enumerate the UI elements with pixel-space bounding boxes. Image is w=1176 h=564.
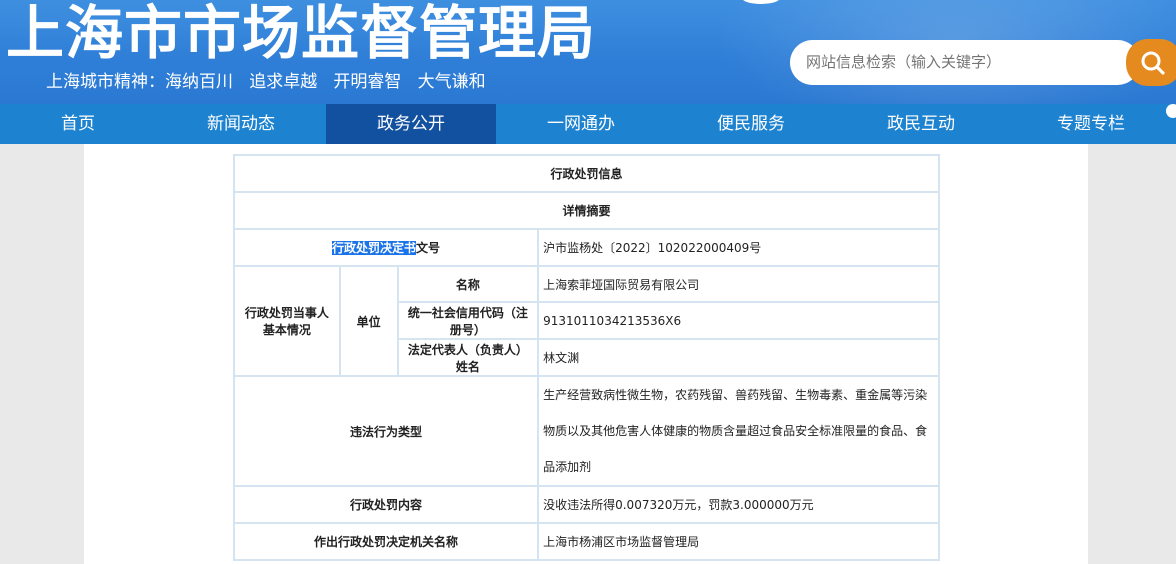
search-icon [1141,51,1165,75]
scroll-indicator [1166,104,1176,118]
nav-item-interaction[interactable]: 政民互动 [836,104,1006,144]
penalty-content-label: 行政处罚内容 [232,485,540,524]
authority-label: 作出行政处罚决定机关名称 [232,522,540,561]
credit-code-value: 91310110342135​36X6 [537,301,940,340]
legal-rep-label: 法定代表人（负责人）姓名 [396,338,540,377]
credit-code-label: 统一社会信用代码（注册号） [396,301,540,340]
legal-rep-value: 林文渊 [537,338,940,377]
table-title: 行政处罚信息 [233,154,940,193]
search-input[interactable] [790,40,1140,85]
nav-item-public-services[interactable]: 便民服务 [666,104,836,144]
table-subtitle: 详情摘要 [233,191,940,230]
nav-item-government-affairs[interactable]: 政务公开 [326,104,496,144]
authority-value: 上海市杨浦区市场监督管理局 [537,522,940,561]
name-value: 上海索菲垭国际贸易有限公司 [537,265,940,303]
decision-number-value: 沪市监杨处〔2022〕102022000409号 [537,228,940,267]
selected-text: 行政处罚决定书 [332,241,417,255]
main-nav: 首页 新闻动态 政务公开 一网通办 便民服务 政民互动 专题专栏 [0,104,1176,144]
nav-item-online-services[interactable]: 一网通办 [496,104,666,144]
unit-label: 单位 [338,265,399,377]
decision-number-label: 行政处罚决定书文号 [232,228,540,267]
site-header: 上海市市场监督管理局 上海城市精神：海纳百川 追求卓越 开明睿智 大气谦和 [0,0,1176,104]
search-button[interactable] [1126,39,1176,86]
party-label: 行政处罚当事人基本情况 [233,265,341,377]
nav-item-special-topics[interactable]: 专题专栏 [1006,104,1176,144]
name-label: 名称 [396,265,540,303]
penalty-content-value: 没收违法所得0.007320万元，罚款3.000000万元 [537,485,940,524]
city-slogan: 上海城市精神：海纳百川 追求卓越 开明睿智 大气谦和 [46,72,486,92]
violation-type-label: 违法行为类型 [232,375,540,487]
nav-item-home[interactable]: 首页 [0,104,156,144]
nav-item-news[interactable]: 新闻动态 [156,104,326,144]
violation-type-value: 生产经营致病性微生物，农药残留、兽药残留、生物毒素、重金属等污染物质以及其他危害… [537,375,940,487]
penalty-info-table: 行政处罚信息 详情摘要 行政处罚决定书文号 沪市监杨处〔2022〕1020220… [232,154,940,561]
site-title[interactable]: 上海市市场监督管理局 [6,0,596,70]
decision-number-label-rest: 文号 [416,241,441,255]
